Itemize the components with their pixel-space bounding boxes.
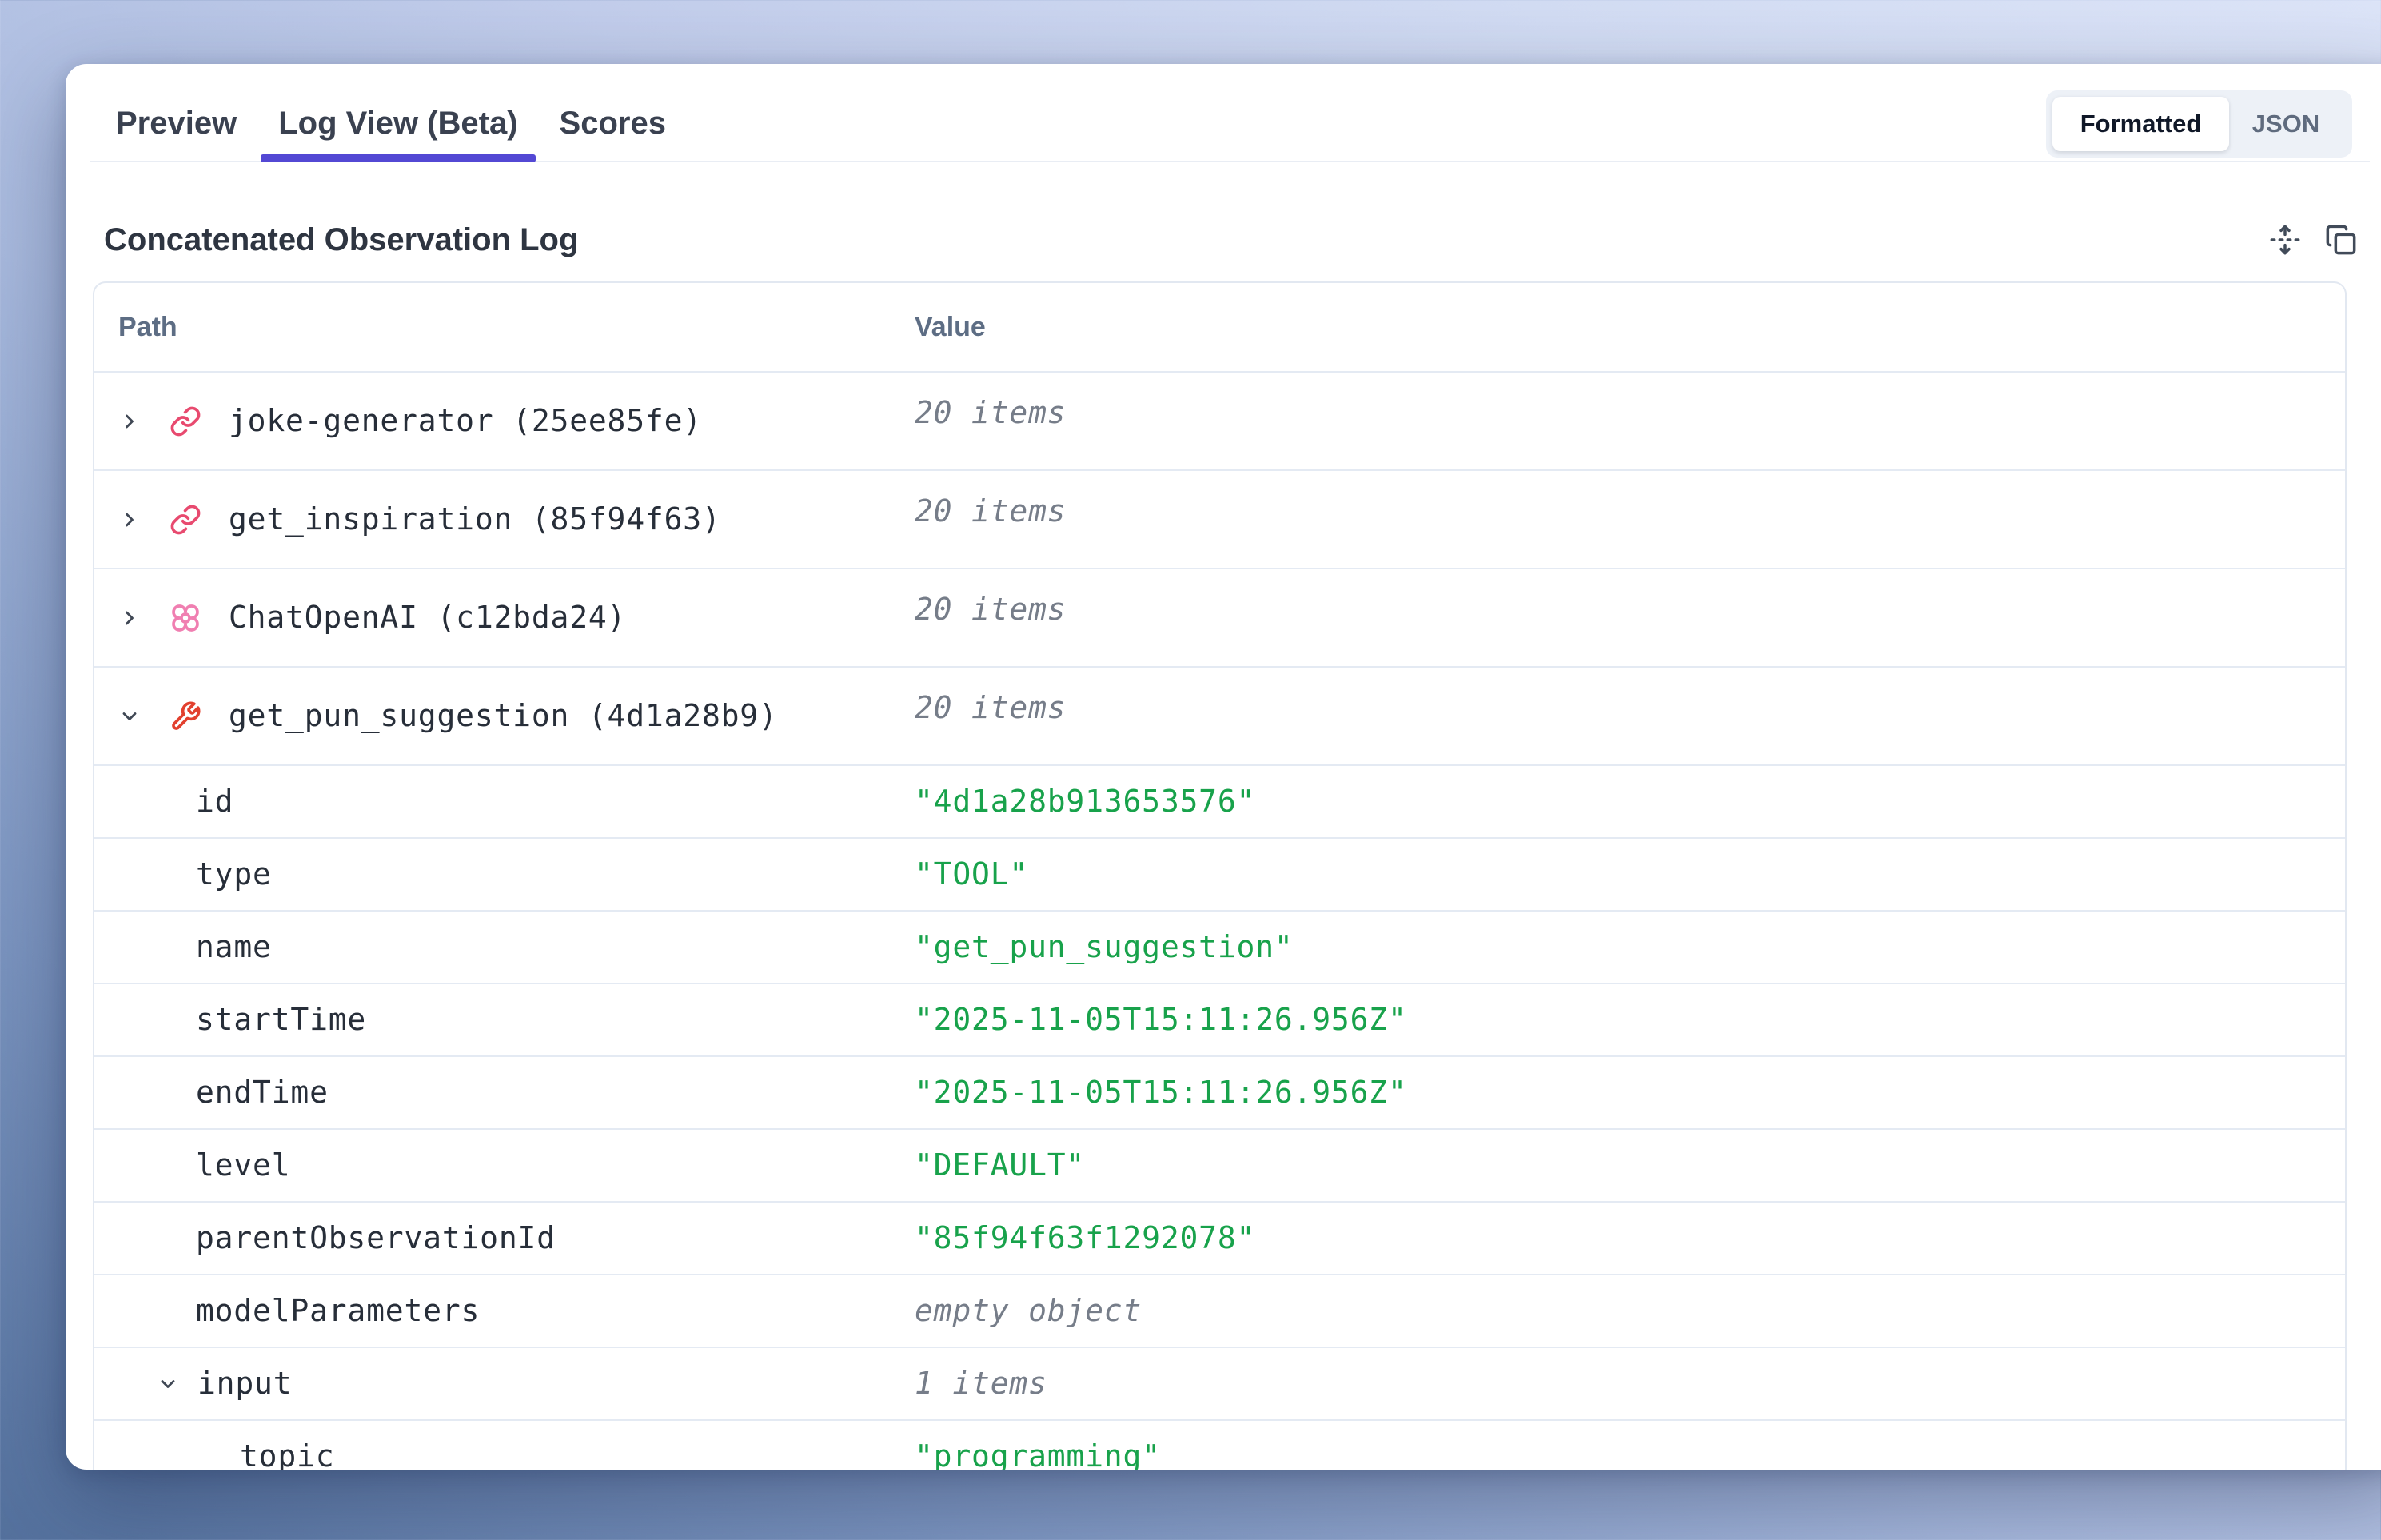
path-label: name (196, 929, 272, 965)
tab-preview[interactable]: Preview (98, 105, 254, 142)
value-meta: empty object (915, 1293, 1142, 1329)
path-label: modelParameters (196, 1293, 480, 1329)
panel-card: Preview Log View (Beta) Scores Formatted… (66, 64, 2381, 1470)
log-row[interactable]: id "4d1a28b913653576" (94, 764, 2345, 837)
log-row[interactable]: level "DEFAULT" (94, 1128, 2345, 1201)
path-label: joke-generator (25ee85fe) (229, 403, 702, 439)
chevron-down-icon[interactable] (118, 704, 141, 728)
log-table: Path Value joke-generator (25ee85fe) 20 i… (93, 281, 2347, 1470)
path-label: topic (240, 1438, 334, 1470)
table-header: Path Value (94, 283, 2345, 371)
value-string: "85f94f63f1292078" (915, 1220, 1255, 1256)
value-string: "2025-11-05T15:11:26.956Z" (915, 1002, 1407, 1038)
value-meta: 20 items (915, 690, 1066, 726)
log-row[interactable]: topic "programming" (94, 1419, 2345, 1470)
chevron-right-icon[interactable] (118, 508, 141, 532)
path-label: startTime (196, 1002, 366, 1038)
value-meta: 20 items (915, 395, 1066, 431)
log-row[interactable]: input 1 items (94, 1347, 2345, 1419)
link-icon (170, 504, 201, 536)
path-label: input (197, 1366, 292, 1402)
path-label: level (196, 1147, 290, 1183)
column-header-path: Path (94, 312, 915, 343)
log-row[interactable]: joke-generator (25ee85fe) 20 items (94, 371, 2345, 469)
path-label: get_pun_suggestion (4d1a28b9) (229, 698, 778, 734)
log-row[interactable]: name "get_pun_suggestion" (94, 910, 2345, 983)
generation-icon (170, 602, 201, 634)
path-label: endTime (196, 1075, 329, 1111)
path-label: parentObservationId (196, 1220, 556, 1256)
column-header-value: Value (915, 312, 2345, 343)
unfold-vertical-icon[interactable] (2267, 222, 2303, 257)
copy-icon[interactable] (2323, 222, 2359, 257)
value-meta: 1 items (915, 1366, 1047, 1402)
path-label: ChatOpenAI (c12bda24) (229, 600, 626, 636)
log-row[interactable]: get_pun_suggestion (4d1a28b9) 20 items (94, 666, 2345, 764)
chevron-right-icon[interactable] (118, 409, 141, 433)
log-row[interactable]: ChatOpenAI (c12bda24) 20 items (94, 568, 2345, 666)
tab-scores[interactable]: Scores (542, 105, 684, 142)
chevron-right-icon[interactable] (118, 606, 141, 630)
toggle-json[interactable]: JSON (2229, 97, 2343, 151)
path-label: get_inspiration (85f94f63) (229, 501, 721, 537)
chevron-down-icon[interactable] (157, 1372, 179, 1396)
log-row[interactable]: parentObservationId "85f94f63f1292078" (94, 1201, 2345, 1274)
log-row[interactable]: modelParameters empty object (94, 1274, 2345, 1347)
value-string: "2025-11-05T15:11:26.956Z" (915, 1075, 1407, 1111)
value-string: "TOOL" (915, 856, 1028, 892)
value-string: "programming" (915, 1438, 1161, 1470)
value-string: "4d1a28b913653576" (915, 784, 1255, 820)
log-row[interactable]: startTime "2025-11-05T15:11:26.956Z" (94, 983, 2345, 1055)
tab-log-view[interactable]: Log View (Beta) (261, 105, 535, 142)
log-row[interactable]: get_inspiration (85f94f63) 20 items (94, 469, 2345, 568)
link-icon (170, 405, 201, 437)
value-string: "DEFAULT" (915, 1147, 1085, 1183)
log-row[interactable]: endTime "2025-11-05T15:11:26.956Z" (94, 1055, 2345, 1128)
value-meta: 20 items (915, 592, 1066, 628)
toggle-formatted[interactable]: Formatted (2052, 97, 2229, 151)
view-toggle: Formatted JSON (2046, 90, 2352, 158)
value-string: "get_pun_suggestion" (915, 929, 1294, 965)
tool-icon (170, 700, 201, 732)
page-title: Concatenated Observation Log (104, 221, 578, 259)
path-label: type (196, 856, 272, 892)
log-table-body: joke-generator (25ee85fe)20 itemsget_ins… (94, 371, 2345, 1470)
log-row[interactable]: type "TOOL" (94, 837, 2345, 910)
tab-bar: Preview Log View (Beta) Scores (90, 64, 2370, 162)
value-meta: 20 items (915, 493, 1066, 529)
path-label: id (196, 784, 233, 820)
